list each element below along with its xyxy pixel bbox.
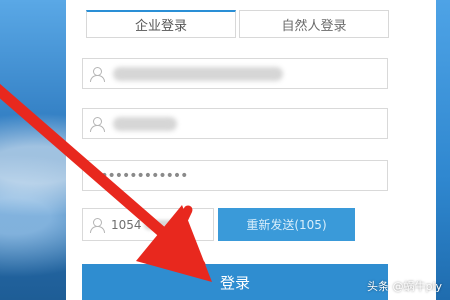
password-field[interactable]: ••••••••••••• <box>82 160 388 191</box>
blue-background-right-edge <box>434 0 450 300</box>
login-tabs: 企业登录 自然人登录 <box>86 10 421 40</box>
watermark: 头条 @蜗牛ply <box>366 280 442 293</box>
resend-code-button[interactable]: 重新发送(105) <box>218 208 355 241</box>
tab-individual-login-label: 自然人登录 <box>281 18 347 34</box>
account-value-blurred <box>113 66 283 81</box>
verification-code-blurred <box>143 219 178 230</box>
username-field[interactable] <box>82 108 388 139</box>
tab-enterprise-login-label: 企业登录 <box>134 19 187 34</box>
verification-code-value: 1054 <box>111 217 142 232</box>
user-icon <box>89 217 105 233</box>
resend-code-label: 重新发送(105) <box>246 218 327 232</box>
tab-individual-login[interactable]: 自然人登录 <box>239 10 389 38</box>
verification-code-field[interactable]: 1054 <box>82 208 214 241</box>
account-field[interactable] <box>82 58 388 89</box>
login-panel: 企业登录 自然人登录 ••••••••••••• 1054 重新发送(105) … <box>66 0 436 300</box>
tab-enterprise-login[interactable]: 企业登录 <box>86 10 236 38</box>
user-icon <box>89 116 105 132</box>
login-button[interactable]: 登录 <box>82 264 388 300</box>
login-button-label: 登录 <box>219 273 250 292</box>
username-value-blurred <box>113 116 177 131</box>
user-icon <box>89 66 105 82</box>
password-value: ••••••••••••• <box>93 167 188 184</box>
